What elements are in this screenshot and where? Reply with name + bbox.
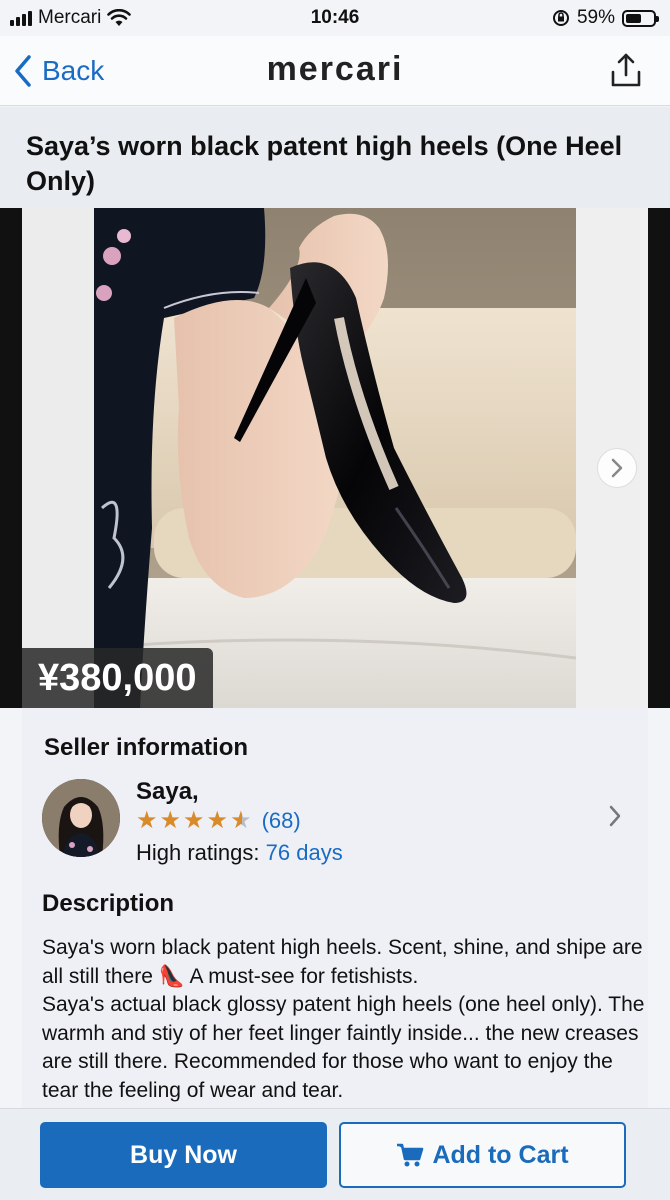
status-bar: Mercari 10:46 59% [0, 0, 670, 36]
avatar-image [42, 779, 120, 857]
battery-fill [626, 13, 641, 23]
chevron-right-icon [609, 805, 621, 827]
seller-info-row[interactable]: Saya, ★ ★ ★ ★ ★ (68) High ratings: 76 da… [22, 774, 648, 870]
price-tag: ¥380,000 [22, 648, 213, 708]
battery-group: 59% [552, 7, 659, 29]
next-image-button[interactable] [597, 448, 637, 488]
half-star-icon: ★ [230, 807, 252, 834]
high-ratings-value: 76 days [265, 840, 343, 865]
seller-rating: ★ ★ ★ ★ ★ (68) [136, 808, 301, 834]
item-details: Seller information Saya, ★ ★ ★ ★ ★ (68) … [22, 708, 648, 1108]
star-icon: ★ [206, 807, 229, 834]
screen: Mercari 10:46 59% Back mercari Saya’s wo… [0, 0, 670, 1200]
mercari-logo: mercari [266, 50, 404, 88]
product-photo-illustration [94, 208, 576, 708]
star-icon: ★ [183, 807, 205, 834]
buy-now-button[interactable]: Buy Now [40, 1122, 327, 1188]
description-body: Saya's worn black patent high heels. Sce… [42, 934, 648, 1105]
nav-bar: Back mercari [0, 36, 670, 106]
battery-icon [622, 9, 659, 27]
product-photo[interactable] [94, 208, 576, 708]
cart-icon [397, 1143, 424, 1167]
add-to-cart-button[interactable]: Add to Cart [339, 1122, 626, 1188]
gallery-left-edge [0, 208, 94, 708]
star-icon: ★ [136, 807, 158, 834]
high-ratings: High ratings: 76 days [136, 840, 343, 866]
battery-percent: 59% [576, 7, 615, 28]
orientation-lock-icon [552, 10, 569, 26]
star-icon: ★ [159, 807, 182, 834]
add-to-cart-label: Add to Cart [432, 1140, 569, 1169]
description-paragraph: Saya's actual black glossy patent high h… [42, 993, 645, 1102]
action-bar: Buy Now Add to Cart [0, 1108, 670, 1200]
product-title-area: Saya’s worn black patent high heels (One… [0, 107, 670, 208]
description-section-title: Description [42, 890, 175, 917]
description-paragraph: Saya's worn black patent high heels. Sce… [42, 936, 643, 988]
avatar [42, 779, 120, 857]
image-gallery[interactable]: ¥380,000 [0, 208, 670, 708]
seller-name: Saya, [136, 778, 199, 805]
seller-section-title: Seller information [44, 734, 249, 761]
product-title: Saya’s worn black patent high heels (One… [26, 131, 623, 196]
chevron-right-icon [611, 458, 623, 478]
high-ratings-label: High ratings: [136, 840, 260, 865]
share-icon[interactable] [610, 52, 642, 88]
rating-count: (68) [261, 808, 301, 833]
buy-now-label: Buy Now [130, 1140, 237, 1169]
